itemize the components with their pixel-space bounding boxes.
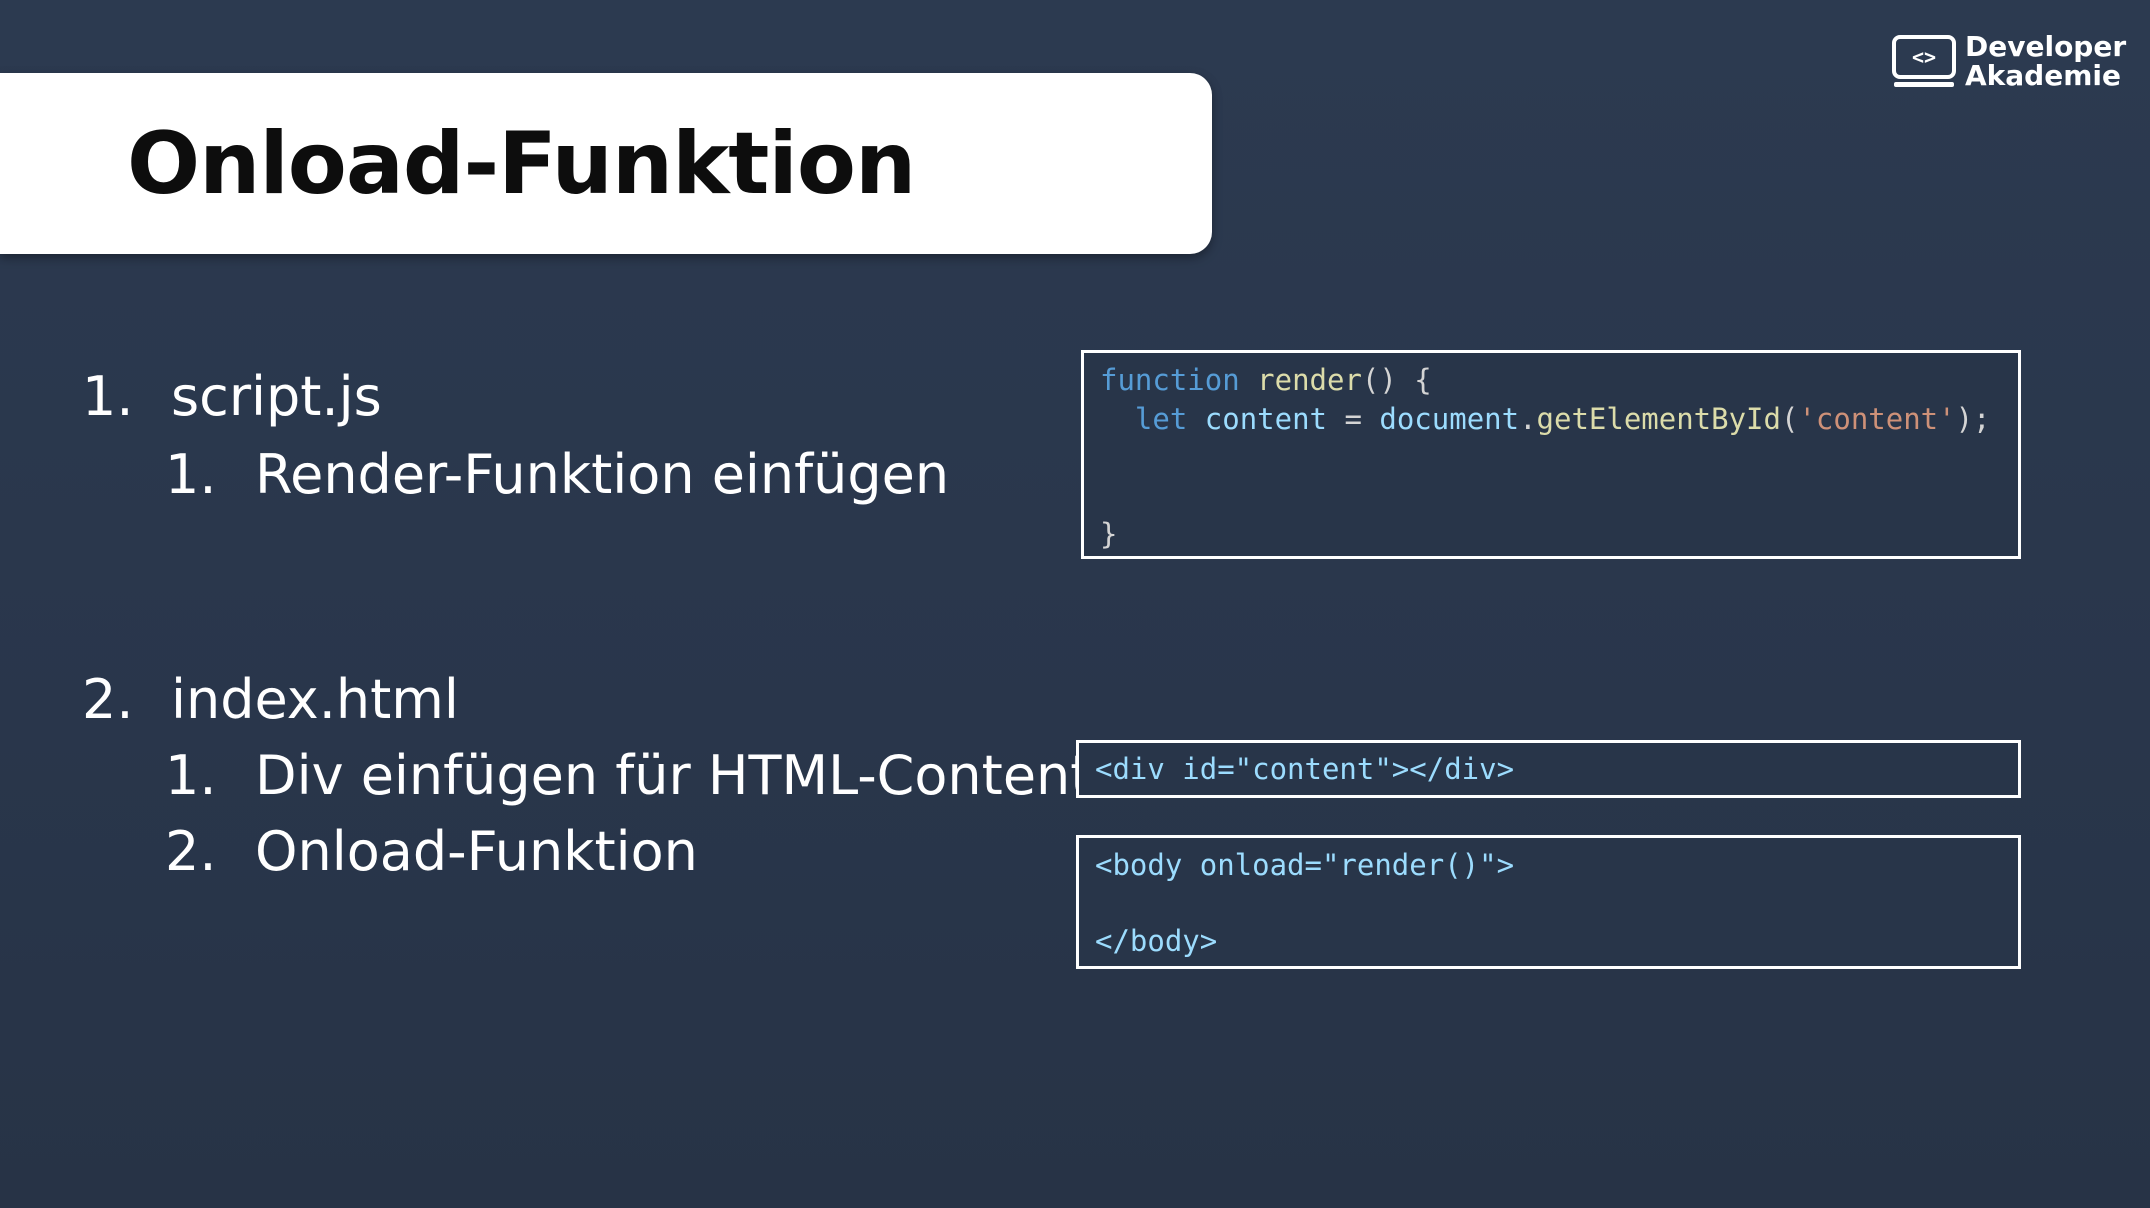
list-label: Div einfügen für HTML-Content (255, 744, 1092, 807)
list-label: index.html (171, 668, 459, 731)
list-label: script.js (171, 365, 382, 428)
logo-line-1: Developer (1965, 30, 2127, 63)
sublist-item-onload-funktion: 2. Onload-Funktion (165, 817, 698, 887)
developer-akademie-logo: <> Developer Akademie (1891, 32, 2131, 94)
monitor-code-icon: <> (1892, 35, 1956, 87)
list-label: Render-Funktion einfügen (255, 443, 950, 506)
code-line-div: <div id="content"></div> (1095, 752, 1515, 786)
title-card: Onload-Funktion (0, 73, 1212, 254)
list-number: 1. (82, 365, 134, 428)
list-label: Onload-Funktion (255, 820, 698, 883)
list-number: 2. (82, 668, 134, 731)
code-line-3: } (1100, 517, 1118, 551)
list-number: 1. (165, 744, 217, 807)
list-item-index-html: 2. index.html (82, 665, 459, 735)
page-title: Onload-Funktion (127, 114, 916, 214)
code-block-div-content: <div id="content"></div> (1076, 740, 2021, 798)
list-item-script-js: 1. script.js (82, 362, 382, 432)
code-line-2: let content = document.getElementById('c… (1134, 402, 1991, 436)
logo-line-2: Akademie (1965, 59, 2121, 92)
code-line-1: function render() { (1100, 363, 1432, 397)
sublist-item-div-einfuegen: 1. Div einfügen für HTML-Content (165, 741, 1091, 811)
slide: Onload-Funktion <> Developer Akademie 1.… (0, 0, 2150, 1208)
code-line-body-open: <body onload="render()"> (1095, 848, 1515, 882)
list-number: 2. (165, 820, 217, 883)
logo-icon-glyph: <> (1912, 45, 1936, 69)
code-block-body-onload: <body onload="render()"> </body> (1076, 835, 2021, 969)
list-number: 1. (165, 443, 217, 506)
code-line-body-close: </body> (1095, 924, 1218, 958)
code-block-render-function: function render() { let content = docume… (1081, 350, 2021, 559)
logo-text: Developer Akademie (1965, 32, 2126, 90)
sublist-item-render-funktion: 1. Render-Funktion einfügen (165, 440, 949, 510)
